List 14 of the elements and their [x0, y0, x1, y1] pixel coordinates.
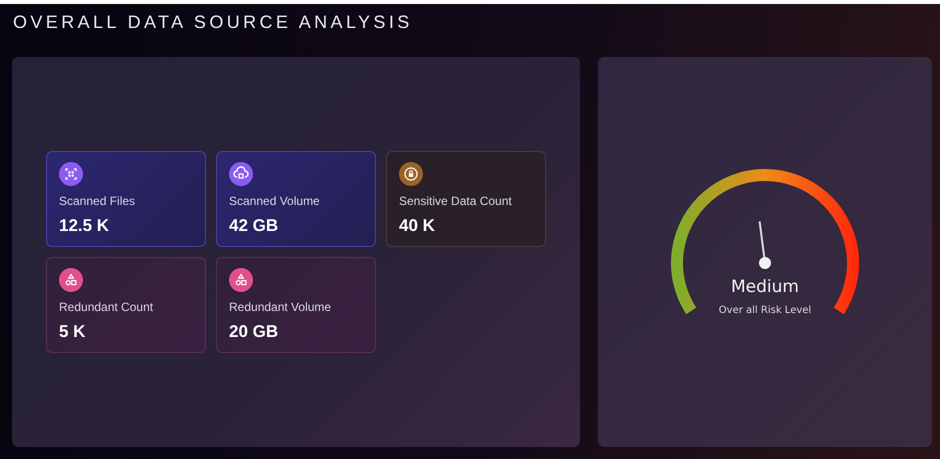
stat-value: 40 K	[399, 216, 435, 236]
stat-label: Sensitive Data Count	[399, 194, 512, 208]
section-title: OVERALL DATA SOURCE ANALYSIS	[13, 12, 414, 33]
risk-rating: Medium	[731, 277, 799, 297]
stat-value: 20 GB	[229, 322, 278, 342]
stat-label: Scanned Files	[59, 194, 136, 208]
stat-label: Redundant Count	[59, 300, 154, 314]
gauge-needle	[758, 221, 771, 269]
stat-label: Scanned Volume	[229, 194, 320, 208]
stat-value: 5 K	[59, 322, 86, 342]
stat-value: 42 GB	[229, 216, 278, 236]
stat-label: Redundant Volume	[229, 300, 332, 314]
stat-value: 12.5 K	[59, 216, 110, 236]
risk-caption: Over all Risk Level	[718, 305, 812, 316]
